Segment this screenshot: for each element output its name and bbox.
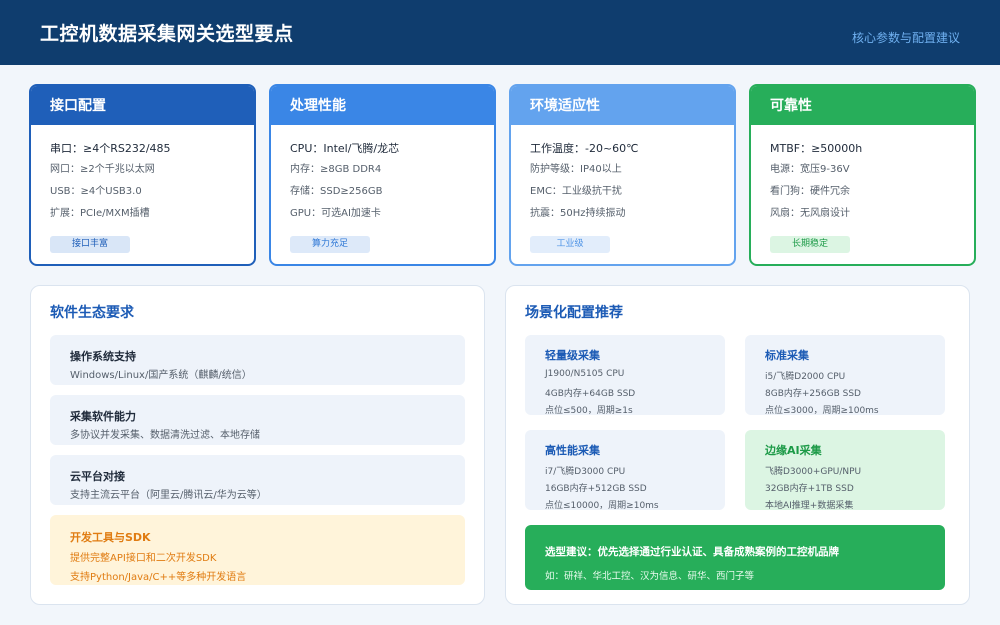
card-spec-line: 风扇：无风扇设计: [770, 208, 850, 219]
software-item-title: 操作系统支持: [70, 350, 136, 363]
scenario-spec: J1900/N5105 CPU: [545, 369, 625, 379]
card-spec-line: 内存：≥8GB DDR4: [290, 164, 382, 175]
card-processing-performance: 处理性能 CPU：Intel/飞腾/龙芯 内存：≥8GB DDR4 存储：SSD…: [269, 84, 496, 266]
panel-title: 软件生态要求: [50, 305, 134, 321]
scenario-lightweight: 轻量级采集 J1900/N5105 CPU 4GB内存+64GB SSD 点位≤…: [525, 335, 725, 415]
software-item-collection: 采集软件能力 多协议并发采集、数据清洗过滤、本地存储: [50, 395, 465, 445]
card-spec-line: GPU：可选AI加速卡: [290, 208, 381, 219]
scenario-spec: 本地AI推理+数据采集: [765, 501, 854, 510]
card-spec-line: USB：≥4个USB3.0: [50, 186, 142, 197]
card-tag: 接口丰富: [50, 236, 130, 253]
scenario-spec: 点位≤10000，周期≥10ms: [545, 501, 659, 510]
scenario-spec: 飞腾D3000+GPU/NPU: [765, 467, 862, 477]
card-main-spec: 工作温度：-20~60℃: [530, 142, 639, 155]
selection-advice: 选型建议：优先选择通过行业认证、具备成熟案例的工控机品牌 如：研祥、华北工控、汉…: [525, 525, 945, 590]
software-item-desc: 提供完整API接口和二次开发SDK: [70, 553, 217, 564]
software-item-title: 开发工具与SDK: [70, 531, 151, 544]
scenario-title: 高性能采集: [545, 444, 600, 457]
scenario-spec: i7/飞腾D3000 CPU: [545, 467, 626, 477]
card-tag: 长期稳定: [770, 236, 850, 253]
page-subtitle: 核心参数与配置建议: [851, 31, 960, 45]
card-main-spec: CPU：Intel/飞腾/龙芯: [290, 142, 400, 155]
scenario-spec: i5/飞腾D2000 CPU: [765, 372, 846, 382]
scenario-standard: 标准采集 i5/飞腾D2000 CPU 8GB内存+256GB SSD 点位≤3…: [745, 335, 945, 415]
software-item-title: 采集软件能力: [70, 410, 136, 423]
scenario-title: 边缘AI采集: [765, 444, 822, 457]
card-main-spec: 串口：≥4个RS232/485: [50, 142, 171, 155]
software-item-desc: Windows/Linux/国产系统（麒麟/统信）: [70, 370, 252, 381]
card-main-spec: MTBF：≥50000h: [770, 142, 863, 155]
advice-title: 选型建议：优先选择通过行业认证、具备成熟案例的工控机品牌: [545, 546, 839, 558]
software-item-cloud: 云平台对接 支持主流云平台（阿里云/腾讯云/华为云等）: [50, 455, 465, 505]
card-title: 可靠性: [751, 86, 974, 125]
scenario-spec: 32GB内存+1TB SSD: [765, 484, 854, 494]
scenario-title: 标准采集: [765, 349, 809, 362]
scenario-high-performance: 高性能采集 i7/飞腾D3000 CPU 16GB内存+512GB SSD 点位…: [525, 430, 725, 510]
card-spec-line: 防护等级：IP40以上: [530, 164, 622, 175]
card-environment-adaptability: 环境适应性 工作温度：-20~60℃ 防护等级：IP40以上 EMC：工业级抗干…: [509, 84, 736, 266]
software-item-os: 操作系统支持 Windows/Linux/国产系统（麒麟/统信）: [50, 335, 465, 385]
card-title: 环境适应性: [511, 86, 734, 125]
card-tag: 算力充足: [290, 236, 370, 253]
card-spec-line: 电源：宽压9-36V: [770, 164, 850, 175]
card-spec-line: 扩展：PCIe/MXM插槽: [50, 208, 150, 219]
card-spec-line: 网口：≥2个千兆以太网: [50, 164, 155, 175]
card-spec-line: 抗震：50Hz持续振动: [530, 208, 626, 219]
advice-desc: 如：研祥、华北工控、汉为信息、研华、西门子等: [545, 571, 755, 582]
page-title: 工控机数据采集网关选型要点: [40, 23, 294, 45]
card-reliability: 可靠性 MTBF：≥50000h 电源：宽压9-36V 看门狗：硬件冗余 风扇：…: [749, 84, 976, 266]
scenario-config-panel: 场景化配置推荐 轻量级采集 J1900/N5105 CPU 4GB内存+64GB…: [505, 285, 970, 605]
software-item-desc: 支持Python/Java/C++等多种开发语言: [70, 572, 247, 583]
scenario-spec: 8GB内存+256GB SSD: [765, 389, 861, 399]
card-title: 接口配置: [31, 86, 254, 125]
scenario-title: 轻量级采集: [545, 349, 600, 362]
scenario-spec: 点位≤3000，周期≥100ms: [765, 406, 879, 415]
software-item-title: 云平台对接: [70, 470, 125, 483]
panel-title: 场景化配置推荐: [525, 305, 623, 321]
scenario-spec: 点位≤500，周期≥1s: [545, 406, 633, 415]
card-tag: 工业级: [530, 236, 610, 253]
software-item-sdk: 开发工具与SDK 提供完整API接口和二次开发SDK 支持Python/Java…: [50, 515, 465, 585]
software-ecosystem-panel: 软件生态要求 操作系统支持 Windows/Linux/国产系统（麒麟/统信） …: [30, 285, 485, 605]
card-spec-line: 存储：SSD≥256GB: [290, 186, 383, 197]
page-header: 工控机数据采集网关选型要点 核心参数与配置建议: [0, 0, 1000, 65]
card-interface-config: 接口配置 串口：≥4个RS232/485 网口：≥2个千兆以太网 USB：≥4个…: [29, 84, 256, 266]
card-title: 处理性能: [271, 86, 494, 125]
scenario-spec: 4GB内存+64GB SSD: [545, 389, 636, 399]
software-item-desc: 支持主流云平台（阿里云/腾讯云/华为云等）: [70, 490, 267, 501]
software-item-desc: 多协议并发采集、数据清洗过滤、本地存储: [70, 430, 260, 441]
card-spec-line: EMC：工业级抗干扰: [530, 186, 622, 197]
scenario-spec: 16GB内存+512GB SSD: [545, 484, 647, 494]
card-spec-line: 看门狗：硬件冗余: [770, 186, 850, 197]
scenario-edge-ai: 边缘AI采集 飞腾D3000+GPU/NPU 32GB内存+1TB SSD 本地…: [745, 430, 945, 510]
